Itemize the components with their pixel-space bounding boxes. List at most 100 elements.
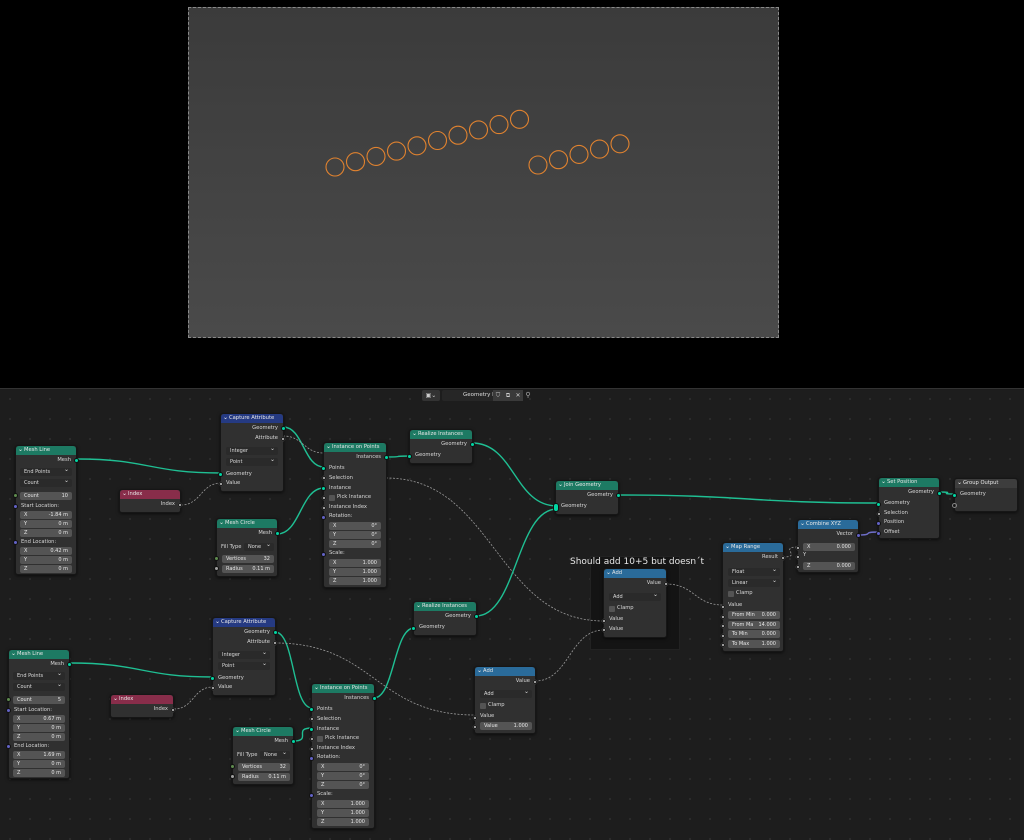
end-y-field[interactable]: Y0 m	[13, 760, 65, 768]
index-node[interactable]: Index Index	[119, 489, 183, 513]
start-z-field[interactable]: Z0 m	[13, 733, 65, 741]
instance-socket[interactable]	[321, 486, 326, 491]
start-x-field[interactable]: X -1.84 m	[20, 511, 72, 519]
count-field[interactable]: Count 10	[20, 492, 72, 500]
mesh-output-socket[interactable]	[67, 662, 72, 667]
mesh-output-socket[interactable]	[275, 531, 280, 536]
x-socket[interactable]	[795, 545, 801, 551]
data-type-dropdown[interactable]: Float	[728, 566, 780, 576]
radius-socket[interactable]	[230, 774, 235, 779]
value-input-socket[interactable]	[472, 715, 478, 721]
clamp-checkbox[interactable]	[609, 606, 615, 612]
scale-z-field[interactable]: Z 1.000	[329, 577, 381, 585]
index-node[interactable]: Index Index	[110, 694, 176, 718]
rotation-y-field[interactable]: Y 0°	[317, 772, 369, 780]
pick-instance-socket[interactable]	[309, 736, 315, 742]
vertices-field[interactable]: Vertices 32	[238, 763, 290, 771]
start-location-socket[interactable]	[13, 504, 18, 509]
to-min-field[interactable]: To Min 0.000	[728, 630, 780, 638]
from-max-field[interactable]: From Ma 14.000	[728, 621, 780, 629]
geometry-multi-input-socket[interactable]	[553, 503, 559, 512]
from-min-socket[interactable]	[720, 614, 726, 620]
to-max-socket[interactable]	[720, 642, 726, 648]
count-mode-dropdown[interactable]: Count	[13, 681, 65, 691]
end-location-socket[interactable]	[13, 540, 18, 545]
scale-socket[interactable]	[309, 793, 314, 798]
end-location-socket[interactable]	[6, 744, 11, 749]
from-min-field[interactable]: From Min 0.000	[728, 611, 780, 619]
instance-socket[interactable]	[309, 727, 314, 732]
end-z-field[interactable]: Z0 m	[20, 565, 72, 573]
end-x-field[interactable]: X 1.69 m	[13, 751, 65, 759]
value-field[interactable]: Value 1.000	[480, 722, 532, 730]
instance-index-socket[interactable]	[309, 746, 315, 752]
vertices-socket[interactable]	[214, 556, 219, 561]
scale-x-field[interactable]: X 1.000	[317, 800, 369, 808]
radius-field[interactable]: Radius 0.11 m	[238, 773, 290, 781]
radius-socket[interactable]	[214, 566, 219, 571]
count-field[interactable]: Count 5	[13, 696, 65, 704]
join-geometry-node[interactable]: Join Geometry Geometry Geometry	[553, 480, 621, 515]
scale-y-field[interactable]: Y 1.000	[317, 809, 369, 817]
rotation-y-field[interactable]: Y 0°	[329, 531, 381, 539]
operation-dropdown[interactable]: Add	[480, 688, 532, 698]
geometry-input-socket[interactable]	[407, 454, 412, 459]
x-field[interactable]: X 0.000	[803, 543, 855, 551]
vertices-field[interactable]: Vertices 32	[222, 555, 274, 563]
to-max-field[interactable]: To Max 1.000	[728, 640, 780, 648]
mode-dropdown[interactable]: End Points	[20, 466, 72, 476]
end-z-field[interactable]: Z0 m	[13, 769, 65, 777]
geometry-input-socket[interactable]	[218, 472, 223, 477]
interpolation-dropdown[interactable]: Linear	[728, 577, 780, 587]
map-range-node[interactable]: Map Range Result Float Linear Clamp Valu…	[720, 542, 786, 652]
value-input-socket[interactable]	[218, 481, 224, 487]
fill-type-dropdown[interactable]: None	[244, 541, 274, 551]
end-y-field[interactable]: Y0 m	[20, 556, 72, 564]
start-z-field[interactable]: Z0 m	[20, 529, 72, 537]
scale-socket[interactable]	[321, 552, 326, 557]
geometry-output-socket[interactable]	[281, 426, 286, 431]
geometry-input-socket[interactable]	[411, 626, 416, 631]
value-input-socket[interactable]	[210, 685, 216, 691]
rotation-socket[interactable]	[321, 515, 326, 520]
mesh-circle-node[interactable]: Mesh Circle Mesh Fill Type None Vertices…	[230, 726, 296, 785]
position-socket[interactable]	[876, 521, 881, 526]
data-type-dropdown[interactable]: Integer	[218, 649, 270, 659]
selection-socket[interactable]	[876, 511, 882, 517]
points-socket[interactable]	[321, 466, 326, 471]
instances-output-socket[interactable]	[372, 696, 377, 701]
capture-attribute-node[interactable]: Capture Attribute Geometry Attribute Int…	[218, 413, 286, 492]
fill-type-dropdown[interactable]: None	[260, 749, 290, 759]
selection-socket[interactable]	[321, 475, 327, 481]
count-mode-dropdown[interactable]: Count	[20, 477, 72, 487]
domain-dropdown[interactable]: Point	[226, 456, 278, 466]
mesh-output-socket[interactable]	[291, 739, 296, 744]
empty-input-socket[interactable]	[952, 503, 957, 508]
mesh-line-node[interactable]: Mesh Line Mesh End Points Count Count10 …	[13, 445, 79, 575]
geometry-input-socket[interactable]	[952, 493, 957, 498]
realize-instances-node[interactable]: Realize Instances Geometry Geometry	[411, 601, 479, 636]
geometry-input-socket[interactable]	[876, 502, 881, 507]
value-input-socket-2[interactable]	[472, 724, 478, 730]
realize-instances-node[interactable]: Realize Instances Geometry Geometry	[407, 429, 475, 464]
geometry-output-socket[interactable]	[474, 614, 479, 619]
data-type-dropdown[interactable]: Integer	[226, 445, 278, 455]
math-add-node[interactable]: Add Value Add Clamp Value Value1.000	[472, 666, 538, 734]
domain-dropdown[interactable]: Point	[218, 660, 270, 670]
rotation-z-field[interactable]: Z 0°	[317, 781, 369, 789]
value-input-socket[interactable]	[601, 627, 607, 633]
mode-dropdown[interactable]: End Points	[13, 670, 65, 680]
capture-attribute-node[interactable]: Capture Attribute Geometry Attribute Int…	[210, 617, 278, 696]
clamp-checkbox[interactable]	[728, 591, 734, 597]
mesh-circle-node[interactable]: Mesh Circle Mesh Fill Type None Vertices…	[214, 518, 280, 577]
start-y-field[interactable]: Y0 m	[20, 520, 72, 528]
geometry-input-socket[interactable]	[210, 676, 215, 681]
operation-dropdown[interactable]: Add	[609, 591, 661, 601]
pick-instance-checkbox[interactable]	[329, 495, 335, 501]
start-location-socket[interactable]	[6, 708, 11, 713]
geometry-output-socket[interactable]	[937, 491, 942, 496]
z-field[interactable]: Z 0.000	[803, 562, 855, 570]
start-y-field[interactable]: Y0 m	[13, 724, 65, 732]
mesh-output-socket[interactable]	[74, 458, 79, 463]
mesh-line-node[interactable]: Mesh Line Mesh End Points Count Count5 S…	[6, 649, 72, 779]
